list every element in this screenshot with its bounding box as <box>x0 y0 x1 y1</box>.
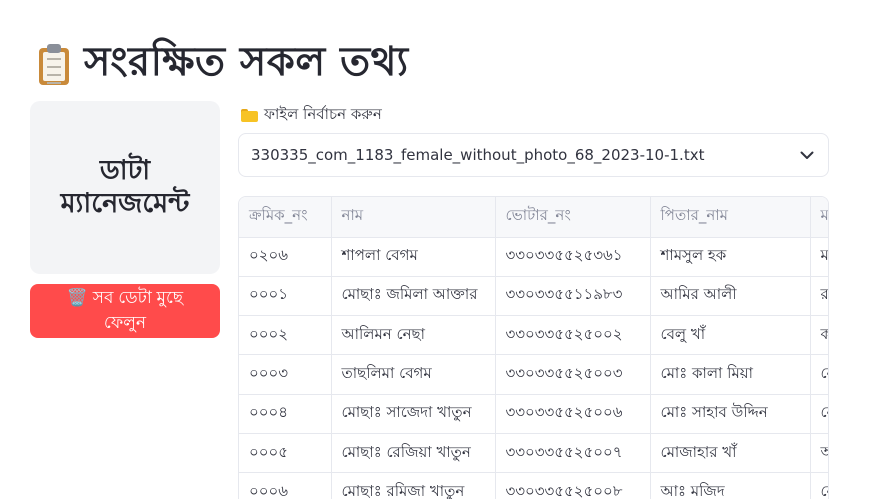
chevron-down-icon[interactable] <box>798 146 816 164</box>
table-cell[interactable]: ৩৩০৩৩৫৫২৫০০৬ <box>495 394 651 434</box>
file-select[interactable]: 330335_com_1183_female_without_photo_68_… <box>238 133 829 177</box>
table-cell[interactable]: নেছা <box>810 472 828 499</box>
column-header[interactable]: মাতার_নাম <box>810 197 828 238</box>
table-cell[interactable]: মোঃ কালা মিয়া <box>650 354 811 395</box>
column-header[interactable]: ভোটার_নং <box>495 197 651 238</box>
page-title: সংরক্ষিত সকল তথ্য <box>84 39 409 85</box>
table-cell[interactable]: মোছাঃ রেজিয়া খাতুন <box>331 433 496 474</box>
clear-all-data-button[interactable]: 🗑️ সব ডেটা মুছে ফেলুন <box>30 284 220 338</box>
table-cell[interactable]: আমেনা <box>810 433 828 474</box>
folder-icon <box>241 109 258 122</box>
table-cell[interactable]: ০০০৪ <box>239 394 332 434</box>
column-header[interactable]: পিতার_নাম <box>650 197 811 238</box>
table-row: ০০০৩ তাছলিমা বেগম ৩৩০৩৩৫৫২৫০০৩ মোঃ কালা … <box>239 354 828 395</box>
table-cell[interactable]: মোঃ সাহাব উদ্দিন <box>650 394 811 434</box>
table-row: ০০০৪ মোছাঃ সাজেদা খাতুন ৩৩০৩৩৫৫২৫০০৬ মোঃ… <box>239 394 828 434</box>
column-header[interactable]: নাম <box>331 197 496 238</box>
sidebar-panel: ডাটা ম্যানেজমেন্ট <box>30 101 220 274</box>
table-cell[interactable]: ৩৩০৩৩৫৫২৫০০২ <box>495 315 651 356</box>
table-cell[interactable]: ৩৩০৩৩৫৫২৫০০৩ <box>495 354 651 395</box>
page-header: সংরক্ষিত সকল তথ্য <box>36 30 409 97</box>
table-row: ০০০২ আলিমন নেছা ৩৩০৩৩৫৫২৫০০২ বেলু খাঁ কর… <box>239 315 828 356</box>
file-select-value: 330335_com_1183_female_without_photo_68_… <box>251 146 705 164</box>
table-cell[interactable]: নেছা <box>810 394 828 434</box>
table-cell[interactable]: মোছাঃ জমিলা আক্তার <box>331 276 496 317</box>
table-cell[interactable]: ৩৩০৩৩৫৫২৫০০৮ <box>495 472 651 499</box>
table-cell[interactable]: ০০০৩ <box>239 354 332 395</box>
file-picker-label-text: ফাইল নির্বাচন করুন <box>264 105 382 123</box>
table-cell[interactable]: শামসুল হক <box>650 237 811 277</box>
table-header-row: ক্রমিক_নং নাম ভোটার_নং পিতার_নাম মাতার_ন… <box>239 197 828 238</box>
table-cell[interactable]: ০২০৬ <box>239 237 332 277</box>
table-row: ০০০৫ মোছাঃ রেজিয়া খাতুন ৩৩০৩৩৫৫২৫০০৭ মো… <box>239 433 828 474</box>
table-cell[interactable]: মোছাঃ সাজেদা খাতুন <box>331 394 496 434</box>
table-cell[interactable]: নেছা <box>810 354 828 395</box>
table-cell[interactable]: ০০০২ <box>239 315 332 356</box>
table-cell[interactable]: আঃ মজিদ <box>650 472 811 499</box>
table-cell[interactable]: ৩৩০৩৩৫৫২৫৩৬১ <box>495 237 651 277</box>
table-cell[interactable]: মোছাঃ রমিজা খাতুন <box>331 472 496 499</box>
table-row: ০২০৬ শাপলা বেগম ৩৩০৩৩৫৫২৫৩৬১ শামসুল হক ম… <box>239 237 828 277</box>
table-cell[interactable]: আলিমন নেছা <box>331 315 496 356</box>
table-cell[interactable]: আমির আলী <box>650 276 811 317</box>
table-cell[interactable]: ০০০১ <box>239 276 332 317</box>
table-row: ০০০৬ মোছাঃ রমিজা খাতুন ৩৩০৩৩৫৫২৫০০৮ আঃ ম… <box>239 472 828 499</box>
table-cell[interactable]: মরিয়ম <box>810 237 828 277</box>
table-cell[interactable]: শাপলা বেগম <box>331 237 496 277</box>
table-cell[interactable]: রহিমা <box>810 276 828 317</box>
table-cell[interactable]: ৩৩০৩৩৫৫২৫০০৭ <box>495 433 651 474</box>
column-header[interactable]: ক্রমিক_নং <box>239 197 332 238</box>
table-cell[interactable]: মোজাহার খাঁ <box>650 433 811 474</box>
table-cell[interactable]: করিমন <box>810 315 828 356</box>
table-cell[interactable]: বেলু খাঁ <box>650 315 811 356</box>
table-row: ০০০১ মোছাঃ জমিলা আক্তার ৩৩০৩৩৫৫১১৯৮৩ আমি… <box>239 276 828 317</box>
table-cell[interactable]: ০০০৬ <box>239 472 332 499</box>
table-cell[interactable]: তাছলিমা বেগম <box>331 354 496 395</box>
sidebar-title: ডাটা ম্যানেজমেন্ট <box>60 154 190 219</box>
file-picker-label: ফাইল নির্বাচন করুন <box>241 103 382 128</box>
table-cell[interactable]: ০০০৫ <box>239 433 332 474</box>
data-table[interactable]: ক্রমিক_নং নাম ভোটার_নং পিতার_নাম মাতার_ন… <box>238 196 829 499</box>
table-cell[interactable]: ৩৩০৩৩৫৫১১৯৮৩ <box>495 276 651 317</box>
clipboard-icon <box>36 42 70 86</box>
